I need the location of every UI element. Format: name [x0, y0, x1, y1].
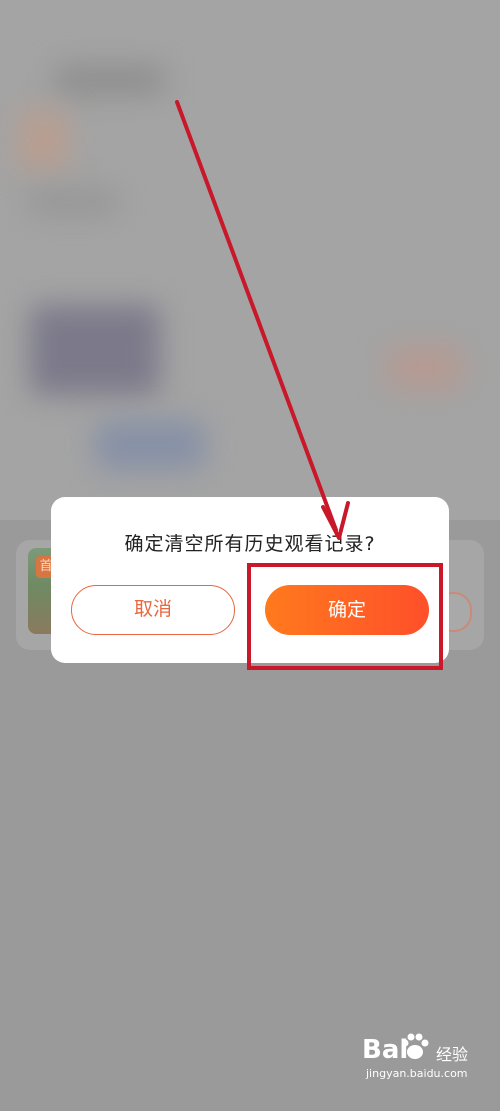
- background-image-blur: [30, 305, 160, 395]
- watermark-url: jingyan.baidu.com: [366, 1067, 468, 1080]
- confirm-dialog: 确定清空所有历史观看记录? 取消 确定: [51, 497, 449, 663]
- baidu-jingyan-watermark: Bai 经验 jingyan.baidu.com: [362, 1031, 482, 1089]
- watermark-cn: 经验: [436, 1045, 469, 1064]
- dialog-title: 确定清空所有历史观看记录?: [124, 533, 376, 555]
- paw-logo-icon: [401, 1033, 429, 1059]
- background-button-blur: [385, 345, 465, 390]
- cancel-button[interactable]: 取消: [71, 585, 235, 635]
- background-heading-blur: [55, 65, 165, 95]
- background-image-blur-2: [95, 420, 205, 470]
- background-thumb-blur: [18, 110, 68, 170]
- background-text-blur: [28, 190, 118, 214]
- confirm-button[interactable]: 确定: [265, 585, 429, 635]
